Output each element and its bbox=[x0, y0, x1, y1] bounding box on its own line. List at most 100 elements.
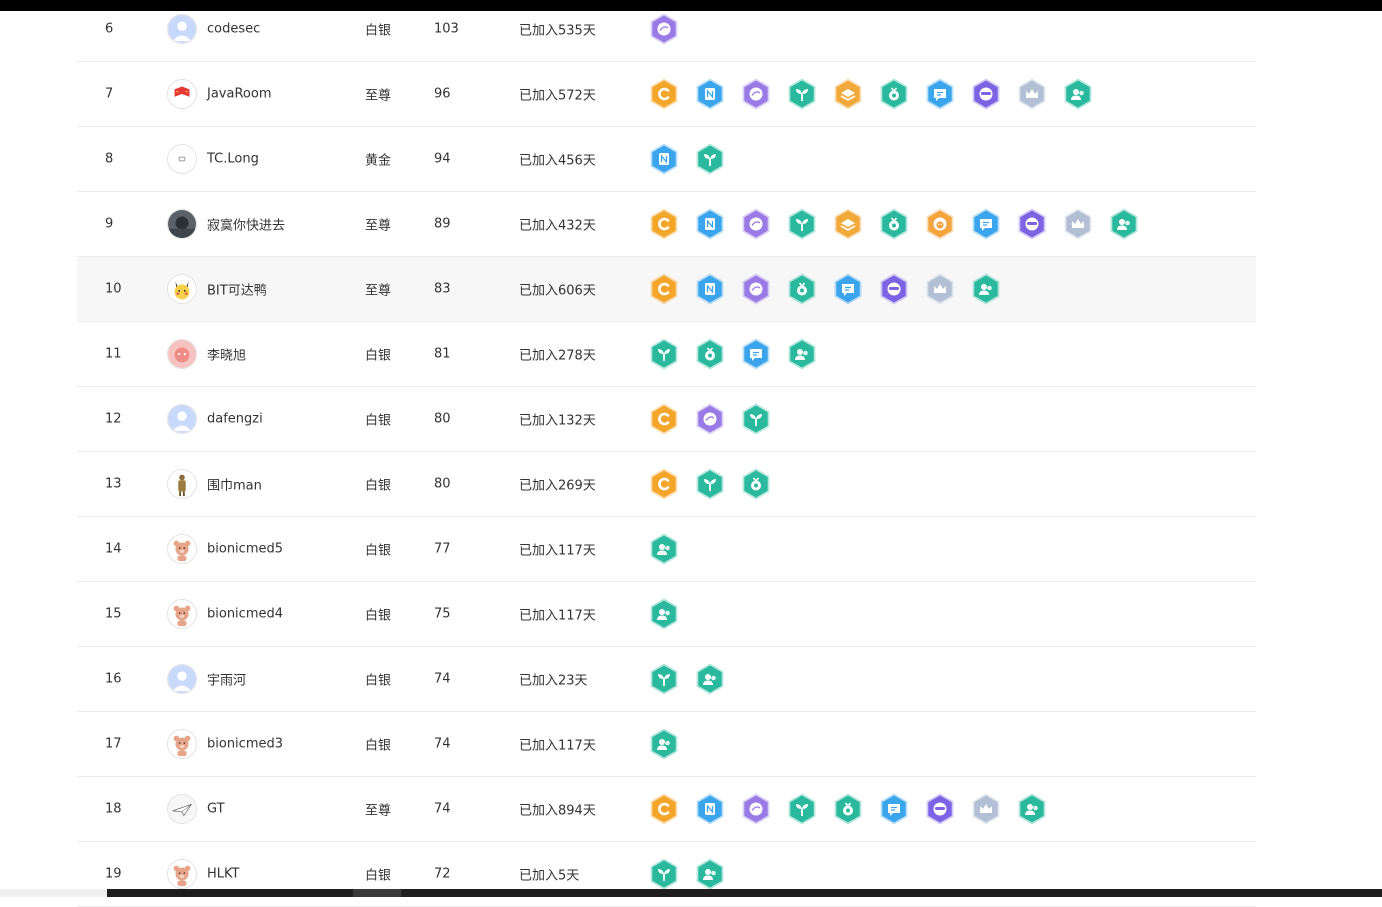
table-row[interactable]: 9 寂寞你快进去 至尊 89 已加入432天 bbox=[77, 192, 1256, 257]
user-name-link[interactable]: 寂寞你快进去 bbox=[207, 215, 285, 234]
user-name-link[interactable]: bionicmed5 bbox=[207, 542, 283, 557]
sprout-badge-icon[interactable] bbox=[785, 77, 819, 111]
user-name-link[interactable]: 围巾man bbox=[207, 475, 262, 494]
figure-avatar-icon[interactable] bbox=[167, 469, 197, 499]
people-badge-icon[interactable] bbox=[693, 857, 727, 891]
user-name-link[interactable]: HLKT bbox=[207, 867, 239, 882]
user-name-link[interactable]: dafengzi bbox=[207, 412, 263, 427]
people-badge-icon[interactable] bbox=[969, 272, 1003, 306]
people-badge-icon[interactable] bbox=[1107, 207, 1141, 241]
medal-badge-icon[interactable] bbox=[877, 207, 911, 241]
scrollbar-thumb[interactable] bbox=[353, 889, 401, 897]
message-badge-icon[interactable] bbox=[969, 207, 1003, 241]
crown-badge-icon[interactable] bbox=[969, 792, 1003, 826]
orbit-badge-icon[interactable] bbox=[739, 272, 773, 306]
medal-badge-icon[interactable] bbox=[739, 467, 773, 501]
lion-badge-icon[interactable] bbox=[923, 207, 957, 241]
bear-avatar-icon[interactable] bbox=[167, 859, 197, 889]
medal-badge-icon[interactable] bbox=[877, 77, 911, 111]
orbit-badge-icon[interactable] bbox=[739, 792, 773, 826]
message-badge-icon[interactable] bbox=[877, 792, 911, 826]
user-name-link[interactable]: BIT可达鸭 bbox=[207, 280, 267, 299]
minimal-avatar-icon[interactable] bbox=[167, 144, 197, 174]
table-row[interactable]: 18 GT 至尊 74 已加入894天 bbox=[77, 777, 1256, 842]
note-badge-icon[interactable] bbox=[647, 142, 681, 176]
sprout-badge-icon[interactable] bbox=[739, 402, 773, 436]
sprout-badge-icon[interactable] bbox=[647, 337, 681, 371]
message-badge-icon[interactable] bbox=[831, 272, 865, 306]
table-row[interactable]: 15 bionicmed4 白银 75 已加入117天 bbox=[77, 582, 1256, 647]
mask-badge-icon[interactable] bbox=[877, 272, 911, 306]
c-badge-icon[interactable] bbox=[647, 272, 681, 306]
table-row[interactable]: 12 dafengzi 白银 80 已加入132天 bbox=[77, 387, 1256, 452]
crown-badge-icon[interactable] bbox=[1015, 77, 1049, 111]
people-badge-icon[interactable] bbox=[785, 337, 819, 371]
orbit-badge-icon[interactable] bbox=[693, 402, 727, 436]
table-row[interactable]: 6 codesec 白银 103 已加入535天 bbox=[77, 0, 1256, 62]
table-row[interactable]: 11 李晓旭 白银 81 已加入278天 bbox=[77, 322, 1256, 387]
user-name-link[interactable]: GT bbox=[207, 802, 225, 817]
table-row[interactable]: 8 TC.Long 黄金 94 已加入456天 bbox=[77, 127, 1256, 192]
message-badge-icon[interactable] bbox=[739, 337, 773, 371]
user-name-link[interactable]: bionicmed3 bbox=[207, 737, 283, 752]
people-badge-icon[interactable] bbox=[647, 597, 681, 631]
horizontal-scrollbar[interactable] bbox=[0, 889, 1382, 897]
pikachu-avatar-icon[interactable] bbox=[167, 274, 197, 304]
user-name-link[interactable]: bionicmed4 bbox=[207, 607, 283, 622]
crown-badge-icon[interactable] bbox=[1061, 207, 1095, 241]
dark-photo-avatar-icon[interactable] bbox=[167, 209, 197, 239]
table-row[interactable]: 14 bionicmed5 白银 77 已加入117天 bbox=[77, 517, 1256, 582]
sprout-badge-icon[interactable] bbox=[785, 207, 819, 241]
medal-badge-icon[interactable] bbox=[831, 792, 865, 826]
sprout-badge-icon[interactable] bbox=[647, 662, 681, 696]
user-name-link[interactable]: TC.Long bbox=[207, 152, 259, 167]
medal-badge-icon[interactable] bbox=[693, 337, 727, 371]
note-badge-icon[interactable] bbox=[693, 792, 727, 826]
crown-badge-icon[interactable] bbox=[923, 272, 957, 306]
bear-avatar-icon[interactable] bbox=[167, 534, 197, 564]
mask-badge-icon[interactable] bbox=[1015, 207, 1049, 241]
sprout-badge-icon[interactable] bbox=[785, 792, 819, 826]
note-badge-icon[interactable] bbox=[693, 77, 727, 111]
user-name-link[interactable]: codesec bbox=[207, 22, 260, 37]
c-badge-icon[interactable] bbox=[647, 467, 681, 501]
people-badge-icon[interactable] bbox=[693, 662, 727, 696]
default-avatar-icon[interactable] bbox=[167, 404, 197, 434]
orbit-badge-icon[interactable] bbox=[647, 12, 681, 46]
user-name-link[interactable]: JavaRoom bbox=[207, 87, 271, 102]
table-row[interactable]: 17 bionicmed3 白银 74 已加入117天 bbox=[77, 712, 1256, 777]
table-row[interactable]: 7 JavaRoom 至尊 96 已加入572天 bbox=[77, 62, 1256, 127]
pink-cat-avatar-icon[interactable] bbox=[167, 339, 197, 369]
c-badge-icon[interactable] bbox=[647, 207, 681, 241]
user-name-link[interactable]: 李晓旭 bbox=[207, 345, 246, 364]
default-avatar-icon[interactable] bbox=[167, 14, 197, 44]
note-badge-icon[interactable] bbox=[693, 272, 727, 306]
people-badge-icon[interactable] bbox=[647, 532, 681, 566]
book-badge-icon[interactable] bbox=[831, 207, 865, 241]
people-badge-icon[interactable] bbox=[1061, 77, 1095, 111]
mask-badge-icon[interactable] bbox=[969, 77, 1003, 111]
mask-badge-icon[interactable] bbox=[923, 792, 957, 826]
plane-avatar-icon[interactable] bbox=[167, 794, 197, 824]
note-badge-icon[interactable] bbox=[693, 207, 727, 241]
default-avatar-icon[interactable] bbox=[167, 664, 197, 694]
book-badge-icon[interactable] bbox=[831, 77, 865, 111]
orbit-badge-icon[interactable] bbox=[739, 207, 773, 241]
c-badge-icon[interactable] bbox=[647, 77, 681, 111]
table-row[interactable]: 16 宇雨河 白银 74 已加入23天 bbox=[77, 647, 1256, 712]
bear-avatar-icon[interactable] bbox=[167, 729, 197, 759]
c-badge-icon[interactable] bbox=[647, 792, 681, 826]
sprout-badge-icon[interactable] bbox=[693, 142, 727, 176]
sprout-badge-icon[interactable] bbox=[647, 857, 681, 891]
people-badge-icon[interactable] bbox=[1015, 792, 1049, 826]
sprout-badge-icon[interactable] bbox=[693, 467, 727, 501]
table-row[interactable]: 19 HLKT 白银 72 已加入5天 bbox=[77, 842, 1256, 907]
table-row[interactable]: 10 BIT可达鸭 至尊 83 已加入606天 bbox=[77, 257, 1256, 322]
table-row[interactable]: 13 围巾man 白银 80 已加入269天 bbox=[77, 452, 1256, 517]
user-name-link[interactable]: 宇雨河 bbox=[207, 670, 246, 689]
people-badge-icon[interactable] bbox=[647, 727, 681, 761]
flag-avatar-icon[interactable] bbox=[167, 79, 197, 109]
bear-avatar-icon[interactable] bbox=[167, 599, 197, 629]
medal-badge-icon[interactable] bbox=[785, 272, 819, 306]
message-badge-icon[interactable] bbox=[923, 77, 957, 111]
